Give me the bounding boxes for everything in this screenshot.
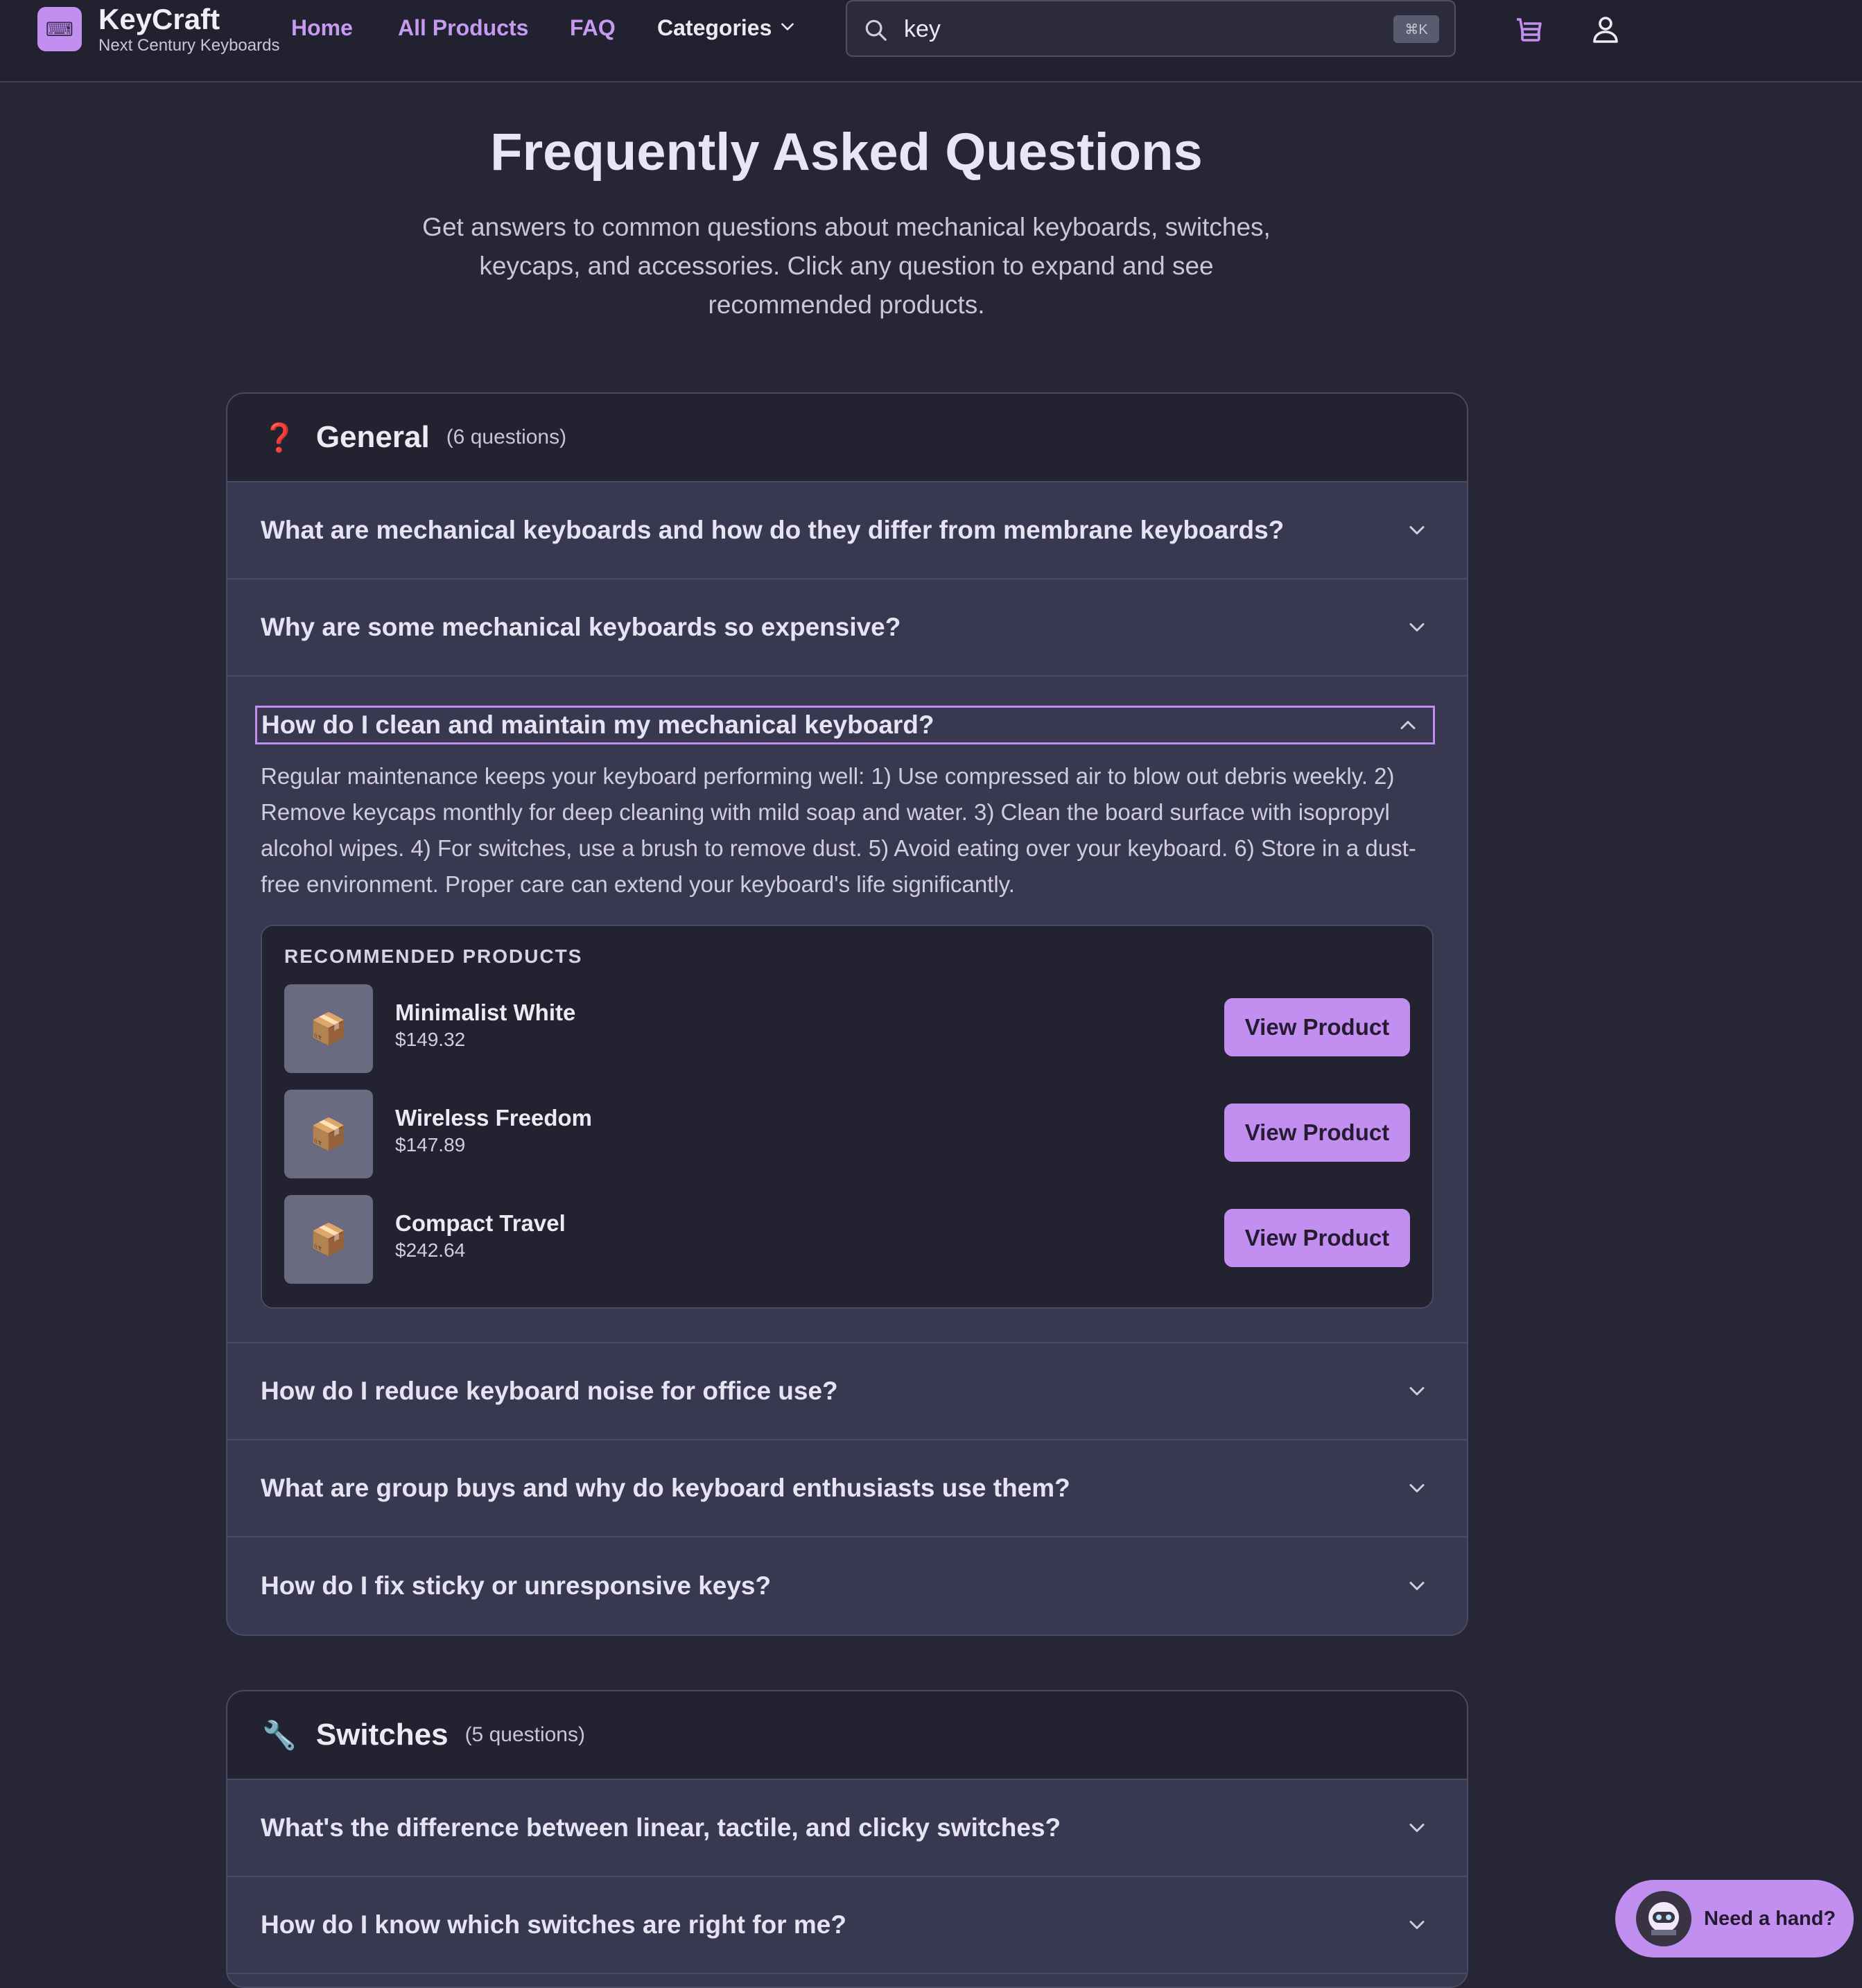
top-navigation-bar: ⌨ KeyCraft Next Century Keyboards Home A… (0, 0, 1862, 82)
search-icon (862, 17, 889, 46)
faq-question-expanded[interactable]: How do I clean and maintain my mechanica… (255, 706, 1435, 744)
faq-question-text: What are mechanical keyboards and how do… (261, 516, 1285, 544)
search-bar[interactable]: ⌘K (846, 0, 1456, 57)
user-icon[interactable] (1589, 12, 1622, 49)
product-price: $149.32 (395, 1029, 466, 1050)
faq-question-text: How do I know which switches are right f… (261, 1910, 846, 1939)
faq-question-text: How do I fix sticky or unresponsive keys… (261, 1571, 772, 1600)
faq-question-text: How do I reduce keyboard noise for offic… (261, 1377, 838, 1405)
chevron-down-icon (1404, 1912, 1429, 1941)
page-subtitle: Get answers to common questions about me… (422, 213, 1271, 319)
product-row: 📦 Compact Travel $242.64 View Product (284, 1195, 1410, 1284)
faq-question[interactable]: How do I fix sticky or unresponsive keys… (227, 1537, 1467, 1634)
product-name: Minimalist White (395, 1000, 576, 1025)
faq-question[interactable]: What are mechanical keyboards and how do… (227, 482, 1467, 579)
view-product-button[interactable]: View Product (1224, 1209, 1410, 1267)
page-title: Frequently Asked Questions (490, 123, 1203, 182)
faq-category-general: ❓ General (6 questions) What are mechani… (226, 392, 1468, 1636)
faq-question[interactable]: What are group buys and why do keyboard … (227, 1440, 1467, 1537)
category-title: General (315, 420, 430, 454)
faq-question-text: Why are some mechanical keyboards so exp… (261, 613, 901, 641)
nav-categories-dropdown[interactable]: Categories (657, 15, 797, 41)
faq-question[interactable]: Why are some mechanical keyboards so exp… (227, 579, 1467, 677)
keyboard-shortcut-badge: ⌘K (1393, 15, 1439, 43)
category-title: Switches (315, 1718, 449, 1752)
category-header: 🔧 Switches (5 questions) (227, 1691, 1467, 1780)
chevron-down-icon (1404, 615, 1429, 643)
faq-answer: Regular maintenance keeps your keyboard … (261, 763, 1416, 897)
faq-question-text: How do I clean and maintain my mechanica… (261, 710, 934, 739)
product-price: $242.64 (395, 1239, 466, 1261)
chevron-down-icon (1404, 1379, 1429, 1407)
chevron-up-icon (1395, 713, 1420, 741)
nav-home[interactable]: Home (291, 15, 353, 41)
faq-category-switches: 🔧 Switches (5 questions) What's the diff… (226, 1690, 1468, 1988)
view-product-button[interactable]: View Product (1224, 1104, 1410, 1162)
brand-name[interactable]: KeyCraft (98, 3, 220, 36)
faq-item-expanded: How do I clean and maintain my mechanica… (227, 677, 1467, 1343)
question-mark-icon: ❓ (262, 422, 297, 453)
chevron-down-icon (1404, 518, 1429, 546)
chevron-down-icon (1404, 1573, 1429, 1602)
faq-question-text: What are group buys and why do keyboard … (261, 1474, 1070, 1502)
package-icon: 📦 (284, 1195, 373, 1284)
recommended-products-title: RECOMMENDED PRODUCTS (284, 945, 583, 967)
help-chat-button[interactable]: Need a hand? (1615, 1880, 1854, 1958)
keyboard-logo-icon[interactable]: ⌨ (37, 7, 82, 51)
chevron-down-icon (1404, 1815, 1429, 1844)
product-price: $147.89 (395, 1134, 466, 1156)
nav-categories-label: Categories (657, 15, 772, 40)
help-label: Need a hand? (1704, 1907, 1836, 1930)
category-header: ❓ General (6 questions) (227, 394, 1467, 482)
chevron-down-icon (778, 15, 797, 41)
wrench-icon: 🔧 (262, 1720, 297, 1751)
faq-question-text: What's the difference between linear, ta… (261, 1813, 1061, 1842)
nav-all-products[interactable]: All Products (398, 15, 528, 41)
question-count: (6 questions) (446, 426, 567, 448)
package-icon: 📦 (284, 984, 373, 1073)
product-name: Compact Travel (395, 1210, 566, 1236)
nav-faq[interactable]: FAQ (570, 15, 616, 41)
recommended-products-panel: RECOMMENDED PRODUCTS 📦 Minimalist White … (261, 925, 1434, 1309)
chevron-down-icon (1404, 1476, 1429, 1504)
product-name: Wireless Freedom (395, 1105, 592, 1131)
faq-question[interactable]: How do I know which switches are right f… (227, 1877, 1467, 1974)
brand-tagline: Next Century Keyboards (98, 36, 280, 55)
package-icon: 📦 (284, 1090, 373, 1178)
cart-icon[interactable] (1513, 12, 1546, 49)
question-count: (5 questions) (464, 1723, 585, 1746)
search-input[interactable] (903, 11, 1321, 47)
faq-question[interactable]: What's the difference between linear, ta… (227, 1780, 1467, 1877)
assistant-avatar-icon (1636, 1891, 1691, 1946)
faq-question[interactable]: How do I reduce keyboard noise for offic… (227, 1343, 1467, 1440)
product-row: 📦 Minimalist White $149.32 View Product (284, 984, 1410, 1073)
view-product-button[interactable]: View Product (1224, 998, 1410, 1056)
product-row: 📦 Wireless Freedom $147.89 View Product (284, 1090, 1410, 1178)
